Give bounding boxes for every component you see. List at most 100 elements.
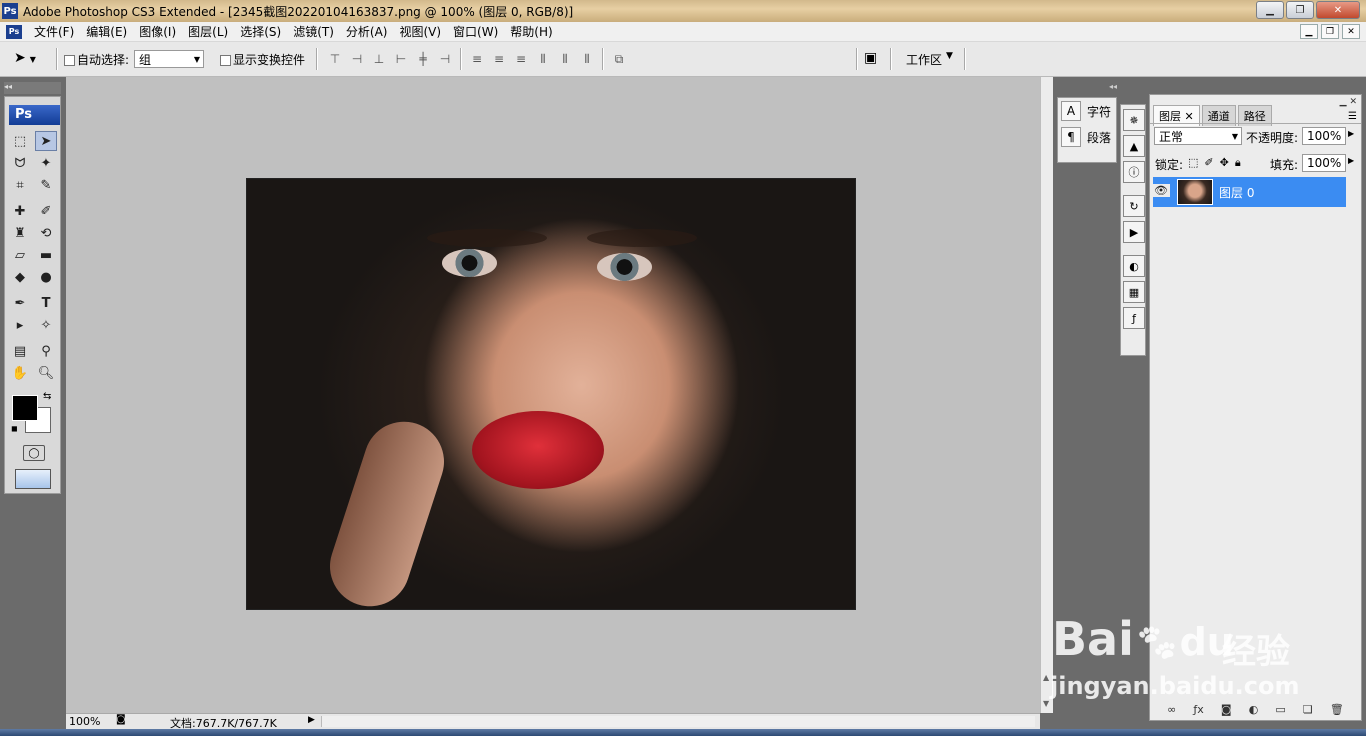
dock-grip[interactable]: ◂◂ [1057,82,1117,92]
foreground-color-swatch[interactable] [12,395,38,421]
auto-select-checkbox[interactable]: 自动选择: [64,51,129,68]
eraser-tool-icon[interactable]: ▱ [9,245,31,265]
eye-visibility-icon[interactable]: 👁︎ [1152,184,1170,197]
opacity-slider-arrow-icon[interactable]: ▶ [1348,129,1354,138]
default-colors-icon[interactable]: ◼ [11,424,18,433]
panel-menu-icon[interactable]: ☰ [1348,111,1357,122]
menu-filter[interactable]: 滤镜(T) [293,23,334,40]
layer-row[interactable]: 👁︎ 图层 0 [1152,177,1346,207]
menu-help[interactable]: 帮助(H) [510,23,552,40]
magic-wand-tool-icon[interactable]: ✦ [35,153,57,173]
hand-tool-icon[interactable]: ✋ [9,363,31,383]
fill-input[interactable]: 100% [1302,154,1346,172]
history-icon[interactable]: ↻ [1123,195,1145,217]
align-vcenter-icon[interactable]: ⊣ [350,52,364,66]
delete-layer-icon[interactable]: 🗑︎ [1330,703,1344,716]
maximize-button[interactable]: ❐ [1286,1,1314,19]
document-image[interactable] [246,178,856,610]
brush-tool-icon[interactable]: ✐ [35,201,57,221]
history-brush-tool-icon[interactable]: ⟲ [35,223,57,243]
dodge-tool-icon[interactable]: ● [35,267,57,287]
distribute-hcenter-icon[interactable]: ⦀ [558,52,572,66]
menu-layer[interactable]: 图层(L) [188,23,228,40]
info-icon[interactable]: ⓘ [1123,161,1145,183]
ps-menu-icon[interactable]: Ps [6,24,22,39]
menu-edit[interactable]: 编辑(E) [86,23,127,40]
align-top-icon[interactable]: ⊤ [328,52,342,66]
healing-brush-tool-icon[interactable]: ✚ [9,201,31,221]
new-layer-icon[interactable]: ❏ [1303,703,1313,716]
menu-analysis[interactable]: 分析(A) [346,23,388,40]
panel-controls[interactable]: ▁ ✕ [1340,97,1357,107]
auto-select-dropdown[interactable]: 组 ▼ [134,50,204,68]
distribute-vcenter-icon[interactable]: ≡ [492,52,506,66]
align-right-icon[interactable]: ⊣ [438,52,452,66]
marquee-tool-icon[interactable]: ⬚ [9,131,31,151]
menu-window[interactable]: 窗口(W) [453,23,498,40]
new-group-icon[interactable]: ▭ [1275,703,1285,716]
character-button[interactable]: A 字符 [1058,98,1116,124]
status-menu-arrow-icon[interactable]: ▶ [308,715,315,725]
doc-close-button[interactable]: ✕ [1342,24,1360,39]
bridge-icon[interactable]: ▣ [864,50,877,66]
gradient-tool-icon[interactable]: ▬ [35,245,57,265]
actions-icon[interactable]: ▶ [1123,221,1145,243]
slice-tool-icon[interactable]: ✎ [35,175,57,195]
notes-tool-icon[interactable]: ▤ [9,341,31,361]
path-selection-tool-icon[interactable]: ▸ [9,315,31,335]
color-icon[interactable]: ◐ [1123,255,1145,277]
navigator-icon[interactable]: ✵ [1123,109,1145,131]
fill-slider-arrow-icon[interactable]: ▶ [1348,156,1354,165]
lock-all-icon[interactable]: 🔒︎ [1235,156,1241,170]
blur-tool-icon[interactable]: ◆ [9,267,31,287]
layer-style-icon[interactable]: ƒx [1193,703,1203,716]
show-transform-checkbox[interactable]: 显示变换控件 [220,51,305,68]
swap-colors-icon[interactable]: ⇆ [43,391,51,402]
auto-align-icon[interactable]: ⧉ [612,52,626,66]
clone-stamp-tool-icon[interactable]: ♜ [9,223,31,243]
layer-mask-icon[interactable]: ◙ [1221,703,1232,716]
opacity-input[interactable]: 100% [1302,127,1346,145]
doc-minimize-button[interactable]: ▁ [1300,24,1318,39]
zoom-tool-icon[interactable]: 🔍︎ [35,363,57,383]
toolbox-grip[interactable]: ◂◂ [4,82,61,94]
distribute-bottom-icon[interactable]: ≡ [514,52,528,66]
distribute-right-icon[interactable]: ⦀ [580,52,594,66]
menu-select[interactable]: 选择(S) [240,23,281,40]
styles-icon[interactable]: ƒ [1123,307,1145,329]
doc-restore-button[interactable]: ❐ [1321,24,1339,39]
lock-pixels-icon[interactable]: ✐ [1204,156,1213,170]
scroll-up-icon[interactable]: ▲ [1043,673,1049,682]
menu-file[interactable]: 文件(F) [34,23,74,40]
custom-shape-tool-icon[interactable]: ✧ [35,315,57,335]
align-left-icon[interactable]: ⊢ [394,52,408,66]
horizontal-scrollbar[interactable] [321,716,1035,727]
move-tool-preset-icon[interactable]: ➤ ▼ [14,50,36,66]
lasso-tool-icon[interactable]: ᗢ [9,153,31,173]
align-bottom-icon[interactable]: ⊥ [372,52,386,66]
pen-tool-icon[interactable]: ✒ [9,293,31,313]
lock-transparency-icon[interactable]: ⬚ [1188,156,1198,170]
lock-position-icon[interactable]: ✥ [1220,156,1229,170]
quick-mask-icon[interactable]: ◯ [23,445,45,461]
adjustment-layer-icon[interactable]: ◐ [1249,703,1259,716]
type-tool-icon[interactable]: T [35,293,57,313]
screen-mode-icon[interactable] [15,469,51,489]
minimize-button[interactable]: ▁ [1256,1,1284,19]
menu-image[interactable]: 图像(I) [139,23,176,40]
zoom-level[interactable]: 100% [69,715,100,728]
align-hcenter-icon[interactable]: ╪ [416,52,430,66]
status-options-icon[interactable]: ◙ [116,714,126,725]
distribute-left-icon[interactable]: ⦀ [536,52,550,66]
blend-mode-dropdown[interactable]: 正常 ▼ [1154,127,1242,145]
link-layers-icon[interactable]: ∞ [1167,703,1176,716]
move-tool-icon[interactable]: ➤ [35,131,57,151]
histogram-icon[interactable]: ▲ [1123,135,1145,157]
crop-tool-icon[interactable]: ⌗ [9,175,31,195]
paragraph-button[interactable]: ¶ 段落 [1058,124,1116,150]
distribute-top-icon[interactable]: ≡ [470,52,484,66]
scroll-down-icon[interactable]: ▼ [1043,699,1049,708]
menu-view[interactable]: 视图(V) [399,23,441,40]
workspace-menu[interactable]: 工作区 ▼ [906,51,953,68]
eyedropper-tool-icon[interactable]: ⚲ [35,341,57,361]
